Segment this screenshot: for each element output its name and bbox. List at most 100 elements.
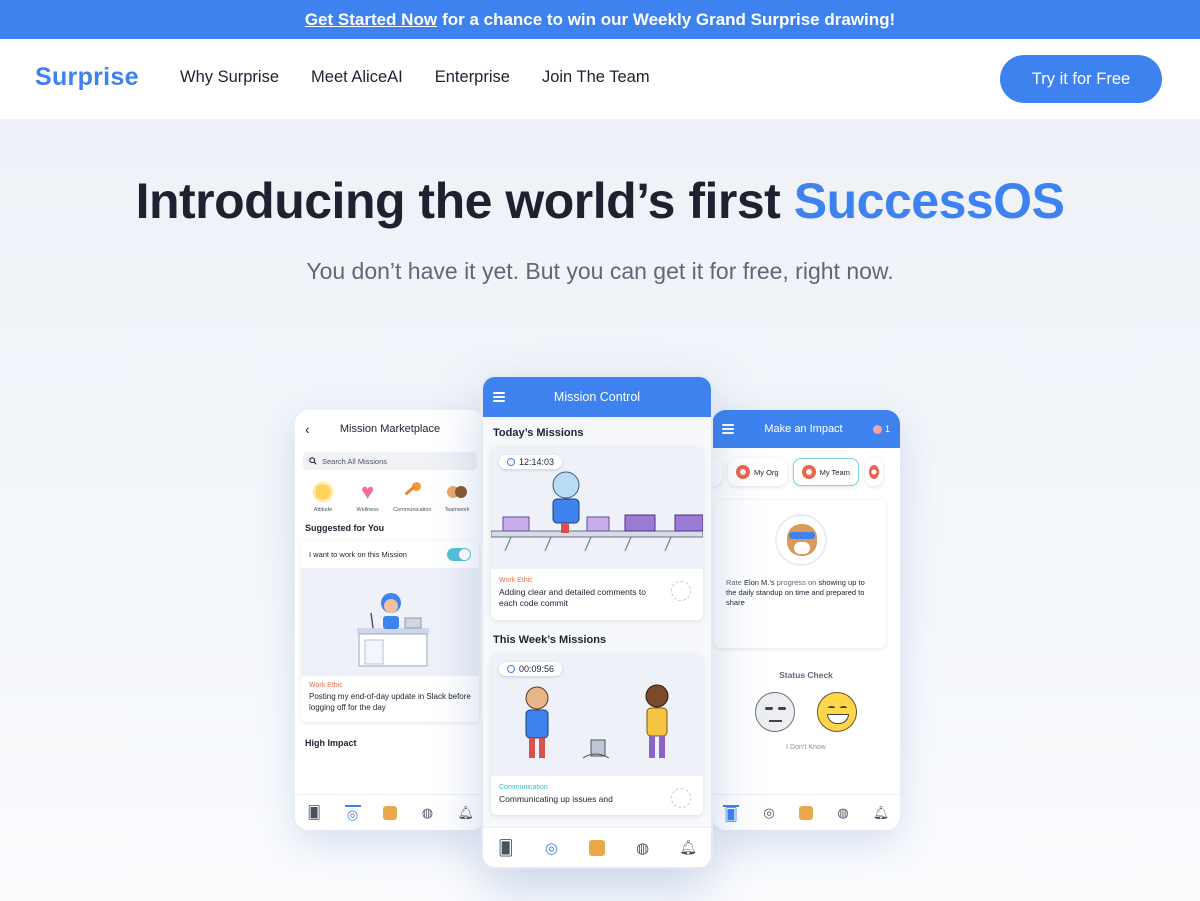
desk-illustration xyxy=(301,568,479,676)
timer-value: 00:09:56 xyxy=(519,663,555,674)
card-tag: Work Ethic xyxy=(309,682,343,689)
notification-badge[interactable]: 1 xyxy=(872,424,890,434)
hero-title-main: Introducing the world’s first xyxy=(135,173,781,229)
try-free-button[interactable]: Try it for Free xyxy=(1000,55,1162,103)
mission-search[interactable]: Search All Missions xyxy=(303,452,477,470)
back-icon[interactable]: ‹ xyxy=(305,421,319,437)
impact-title: Make an Impact xyxy=(764,423,843,435)
bell-icon[interactable]: 🔔︎ xyxy=(873,805,890,821)
badge-icon xyxy=(872,424,882,434)
gear-icon xyxy=(801,465,816,479)
sun-icon xyxy=(311,480,335,504)
suggested-mission-card[interactable]: I want to work on this Mission Work Ethi… xyxy=(301,541,479,722)
logo[interactable]: Surprise xyxy=(35,63,139,92)
rate-text: Rate Elon M.’s progress on showing up to… xyxy=(726,578,876,608)
badge-count: 1 xyxy=(884,424,890,434)
fingerprint-icon[interactable] xyxy=(671,787,691,808)
category-row: Attitude ♥ Wellness Communication Teamwo… xyxy=(295,474,485,513)
phone-mission-control: Mission Control Today’s Missions 12:14:0… xyxy=(481,375,713,869)
nav-why-surprise[interactable]: Why Surprise xyxy=(180,68,279,87)
chip-my-org[interactable]: My Org xyxy=(728,458,787,486)
week-mission-card[interactable]: 00:09:56 Communication Communicating up … xyxy=(491,653,703,816)
handshake-icon xyxy=(445,480,469,504)
card-text: Adding clear and detailed comments to ea… xyxy=(499,587,646,609)
control-topbar: Mission Control xyxy=(483,377,711,417)
mission-toggle-row: I want to work on this Mission xyxy=(301,541,479,568)
chip-more[interactable] xyxy=(864,458,883,486)
conveyor-illustration: 12:14:03 xyxy=(491,447,703,569)
impact-topbar: Make an Impact 1 xyxy=(712,410,900,448)
bell-icon[interactable]: 🔔︎ xyxy=(679,839,697,856)
announcement-banner: Get Started Now for a chance to win our … xyxy=(0,0,1200,39)
cards-icon[interactable]: 🂠 xyxy=(498,840,514,857)
category-label: Wellness xyxy=(356,507,379,513)
phone-mission-marketplace: ‹ Mission Marketplace Search All Mission… xyxy=(295,410,485,830)
chip-partial[interactable] xyxy=(712,458,722,486)
card-tag: Work Ethic xyxy=(499,577,533,584)
globe-icon[interactable]: ◍ xyxy=(635,840,651,857)
category-attitude[interactable]: Attitude xyxy=(303,480,343,513)
mascot-icon[interactable] xyxy=(588,839,605,856)
mission-toggle[interactable] xyxy=(447,548,471,561)
category-label: Attitude xyxy=(313,507,333,513)
marketplace-topbar: ‹ Mission Marketplace xyxy=(295,410,485,448)
hero-title: Introducing the world’s first SuccessOS xyxy=(0,172,1200,230)
heart-icon: ♥ xyxy=(361,479,375,504)
fingerprint-icon[interactable] xyxy=(671,581,691,601)
menu-icon[interactable] xyxy=(722,424,734,434)
control-body: Today’s Missions 12:14:03 Work Ethic Add… xyxy=(483,417,711,833)
site-header: Surprise Why Surprise Meet AliceAI Enter… xyxy=(0,39,1200,119)
chip-my-team[interactable]: My Team xyxy=(792,458,859,486)
rate-prefix: Rate xyxy=(726,578,742,587)
today-label: Today’s Missions xyxy=(493,427,584,439)
control-title: Mission Control xyxy=(553,390,641,404)
timer-icon xyxy=(507,664,515,673)
high-impact-label: High Impact xyxy=(305,737,357,748)
chip-label: My Team xyxy=(819,467,850,477)
get-started-link[interactable]: Get Started Now xyxy=(305,10,437,30)
today-timer: 12:14:03 xyxy=(499,455,563,469)
card-tag: Communication xyxy=(499,783,548,791)
left-tabbar: 🂠 ◎ ◍ 🔔︎ xyxy=(295,794,485,830)
nav-join-the-team[interactable]: Join The Team xyxy=(542,68,650,87)
menu-icon[interactable] xyxy=(493,392,505,402)
hero-subtitle: You don’t have it yet. But you can get i… xyxy=(306,258,894,284)
cards-icon[interactable]: 🂠 xyxy=(723,804,739,822)
category-communication[interactable]: Communication xyxy=(392,480,432,513)
nav-meet-aliceai[interactable]: Meet AliceAI xyxy=(311,68,403,87)
rate-card[interactable]: Rate Elon M.’s progress on showing up to… xyxy=(714,500,886,648)
dog-avatar xyxy=(775,514,827,566)
card-body: Communication Communicating up issues an… xyxy=(491,776,703,815)
main-nav: Why Surprise Meet AliceAI Enterprise Joi… xyxy=(180,68,650,87)
center-tabbar: 🂠 ◎ ◍ 🔔︎ xyxy=(483,827,711,867)
fingerprint-icon[interactable]: ◎ xyxy=(761,805,777,821)
gear-icon xyxy=(736,465,750,479)
gear-icon xyxy=(868,465,879,479)
fingerprint-icon[interactable]: ◎ xyxy=(344,804,361,822)
globe-icon[interactable]: ◍ xyxy=(835,805,851,821)
week-timer: 00:09:56 xyxy=(499,661,563,676)
category-wellness[interactable]: ♥ Wellness xyxy=(348,479,388,514)
timer-icon xyxy=(507,458,515,466)
category-label: Communication xyxy=(393,507,432,513)
search-icon xyxy=(309,457,317,465)
fingerprint-icon[interactable]: ◎ xyxy=(543,840,559,857)
search-placeholder: Search All Missions xyxy=(322,456,388,466)
card-text: Posting my end-of-day update in Slack be… xyxy=(309,692,471,712)
mascot-icon[interactable] xyxy=(799,805,813,820)
nav-enterprise[interactable]: Enterprise xyxy=(435,68,510,87)
status-check-label: Status Check xyxy=(779,670,833,680)
right-tabbar: 🂠 ◎ ◍ 🔔︎ xyxy=(712,794,900,830)
happy-face-icon[interactable] xyxy=(817,692,857,732)
mascot-icon[interactable] xyxy=(382,805,397,820)
cards-icon[interactable]: 🂠 xyxy=(306,805,322,821)
team-illustration: 00:09:56 xyxy=(491,653,703,776)
scope-chips: My Org My Team xyxy=(712,448,888,486)
bell-icon[interactable]: 🔔︎ xyxy=(458,805,475,821)
globe-icon[interactable]: ◍ xyxy=(419,805,435,821)
category-teamwork[interactable]: Teamwork xyxy=(437,480,477,513)
neutral-face-icon[interactable] xyxy=(755,692,795,732)
hero-title-accent: SuccessOS xyxy=(793,173,1065,229)
phone-make-an-impact: Make an Impact 1 My Org My Team Rate Elo… xyxy=(712,410,900,830)
today-mission-card[interactable]: 12:14:03 Work Ethic Adding clear and det… xyxy=(491,447,703,620)
